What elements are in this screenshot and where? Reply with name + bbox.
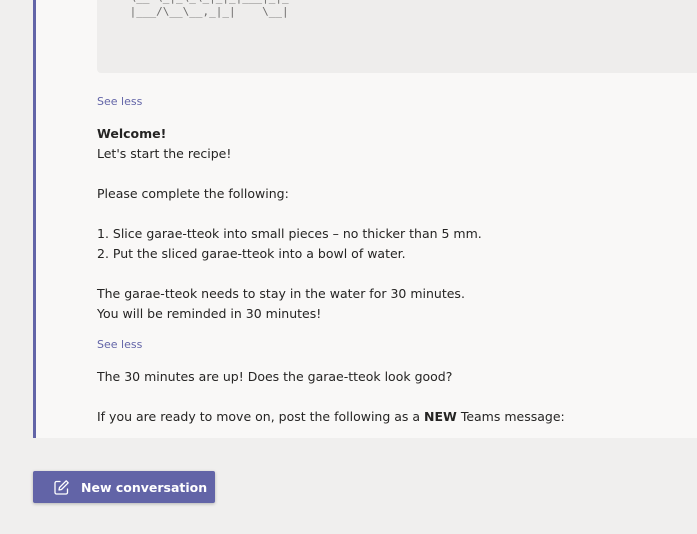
ready-bold: NEW	[424, 409, 457, 424]
note-2: You will be reminded in 30 minutes!	[97, 306, 322, 321]
welcome-line: Let's start the recipe!	[97, 146, 232, 161]
see-less-link-2[interactable]: See less	[97, 338, 142, 351]
compose-icon	[53, 479, 70, 496]
new-conversation-button[interactable]: New conversation	[33, 471, 215, 503]
instructions-intro: Please complete the following:	[97, 186, 289, 201]
see-less-link[interactable]: See less	[97, 95, 142, 108]
step-2: 2. Put the sliced garae-tteok into a bow…	[97, 246, 406, 261]
reminder-message: The 30 minutes are up! Does the garae-tt…	[97, 367, 687, 427]
ready-suffix: Teams message:	[456, 409, 565, 424]
note-1: The garae-tteok needs to stay in the wat…	[97, 286, 465, 301]
code-block: \__ \_|_\_\_|_|_|___|_|_ |___/\__\__,_|_…	[97, 0, 697, 73]
ready-prefix: If you are ready to move on, post the fo…	[97, 409, 425, 424]
step-1: 1. Slice garae-tteok into small pieces –…	[97, 226, 482, 241]
message-thread: \__ \_|_\_\_|_|_|___|_|_ |___/\__\__,_|_…	[33, 0, 697, 438]
welcome-title: Welcome!	[97, 126, 167, 141]
ready-text: If you are ready to move on, post the fo…	[97, 407, 687, 427]
reminder-text: The 30 minutes are up! Does the garae-tt…	[97, 369, 453, 384]
ascii-art: \__ \_|_\_\_|_|_|___|_|_ |___/\__\__,_|_…	[129, 0, 289, 18]
new-conversation-label: New conversation	[81, 479, 208, 495]
welcome-message: Welcome! Let's start the recipe! Please …	[97, 124, 687, 324]
